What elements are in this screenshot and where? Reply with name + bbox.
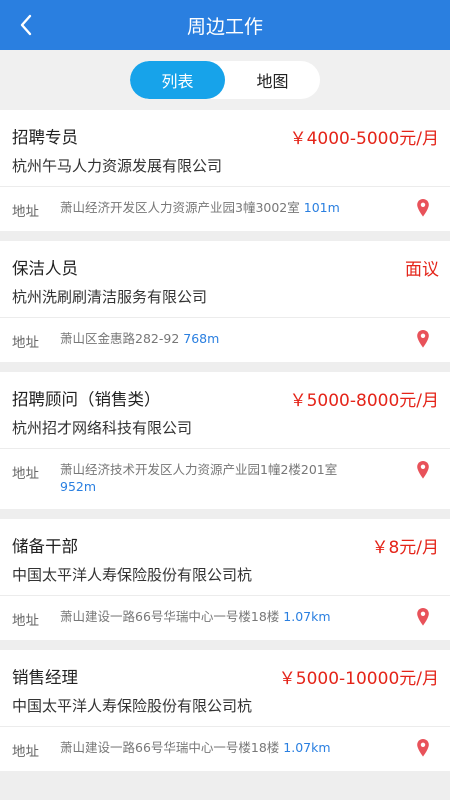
- address-row: 地址 萧山建设一路66号华瑞中心一号楼18楼 1.07km: [0, 727, 450, 771]
- address-text: 萧山建设一路66号华瑞中心一号楼18楼 1.07km: [60, 739, 380, 756]
- view-switcher: 列表 地图: [130, 61, 320, 99]
- company-name: 中国太平洋人寿保险股份有限公司杭: [12, 697, 253, 715]
- tab-list[interactable]: 列表: [130, 61, 225, 99]
- job-title: 销售经理: [12, 668, 78, 687]
- address-label: 地址: [12, 613, 39, 629]
- top-app-bar: 周边工作: [0, 0, 450, 50]
- job-title: 储备干部: [12, 537, 78, 556]
- job-card[interactable]: 保洁人员 面议 杭州洗刷刷清洁服务有限公司 地址 萧山区金惠路282-92 76…: [0, 241, 450, 362]
- address-label: 地址: [12, 744, 39, 760]
- address-text: 萧山经济技术开发区人力资源产业园1幢2楼201室 952m: [60, 461, 365, 495]
- chevron-left-icon: [20, 14, 32, 36]
- salary: ￥8元/月: [371, 538, 439, 558]
- company-name: 中国太平洋人寿保险股份有限公司杭: [12, 566, 253, 584]
- location-pin-icon[interactable]: [416, 738, 430, 758]
- job-title: 保洁人员: [12, 259, 78, 278]
- job-summary: 储备干部 ￥8元/月 中国太平洋人寿保险股份有限公司杭: [0, 519, 450, 595]
- address-value: 萧山经济技术开发区人力资源产业园1幢2楼201室: [60, 462, 338, 477]
- back-button[interactable]: [10, 9, 42, 41]
- address-row: 地址 萧山区金惠路282-92 768m: [0, 318, 450, 362]
- job-card[interactable]: 储备干部 ￥8元/月 中国太平洋人寿保险股份有限公司杭 地址 萧山建设一路66号…: [0, 519, 450, 640]
- address-text: 萧山区金惠路282-92 768m: [60, 330, 380, 347]
- address-label: 地址: [12, 466, 39, 482]
- company-name: 杭州招才网络科技有限公司: [12, 419, 193, 437]
- job-list: 招聘专员 ￥4000-5000元/月 杭州午马人力资源发展有限公司 地址 萧山经…: [0, 110, 450, 781]
- view-switcher-bar: 列表 地图: [0, 50, 450, 110]
- job-summary: 招聘顾问（销售类） ￥5000-8000元/月 杭州招才网络科技有限公司: [0, 372, 450, 448]
- job-title: 招聘顾问（销售类）: [12, 390, 161, 409]
- address-value: 萧山区金惠路282-92: [60, 331, 180, 346]
- salary: ￥4000-5000元/月: [289, 129, 439, 149]
- job-title: 招聘专员: [12, 128, 78, 147]
- distance: 1.07km: [283, 740, 331, 755]
- address-row: 地址 萧山建设一路66号华瑞中心一号楼18楼 1.07km: [0, 596, 450, 640]
- job-card[interactable]: 招聘顾问（销售类） ￥5000-8000元/月 杭州招才网络科技有限公司 地址 …: [0, 372, 450, 509]
- address-label: 地址: [12, 204, 39, 220]
- company-name: 杭州洗刷刷清洁服务有限公司: [12, 288, 208, 306]
- location-pin-icon[interactable]: [416, 198, 430, 218]
- job-summary: 销售经理 ￥5000-10000元/月 中国太平洋人寿保险股份有限公司杭: [0, 650, 450, 726]
- distance: 1.07km: [283, 609, 331, 624]
- address-value: 萧山建设一路66号华瑞中心一号楼18楼: [60, 740, 280, 755]
- distance: 952m: [60, 479, 97, 494]
- job-summary: 招聘专员 ￥4000-5000元/月 杭州午马人力资源发展有限公司: [0, 110, 450, 186]
- page-title: 周边工作: [186, 15, 263, 38]
- address-label: 地址: [12, 335, 39, 351]
- company-name: 杭州午马人力资源发展有限公司: [12, 157, 223, 175]
- job-summary: 保洁人员 面议 杭州洗刷刷清洁服务有限公司: [0, 241, 450, 317]
- location-pin-icon[interactable]: [416, 329, 430, 349]
- job-card[interactable]: 招聘专员 ￥4000-5000元/月 杭州午马人力资源发展有限公司 地址 萧山经…: [0, 110, 450, 231]
- distance: 768m: [183, 331, 220, 346]
- distance: 101m: [303, 200, 340, 215]
- tab-map[interactable]: 地图: [225, 61, 320, 99]
- salary: 面议: [405, 260, 439, 280]
- salary: ￥5000-8000元/月: [289, 391, 439, 411]
- address-row: 地址 萧山经济技术开发区人力资源产业园1幢2楼201室 952m: [0, 449, 450, 509]
- salary: ￥5000-10000元/月: [278, 669, 439, 689]
- address-value: 萧山经济开发区人力资源产业园3幢3002室: [60, 200, 300, 215]
- job-card[interactable]: 销售经理 ￥5000-10000元/月 中国太平洋人寿保险股份有限公司杭 地址 …: [0, 650, 450, 771]
- location-pin-icon[interactable]: [416, 460, 430, 480]
- address-value: 萧山建设一路66号华瑞中心一号楼18楼: [60, 609, 280, 624]
- location-pin-icon[interactable]: [416, 607, 430, 627]
- address-text: 萧山经济开发区人力资源产业园3幢3002室 101m: [60, 199, 380, 216]
- address-text: 萧山建设一路66号华瑞中心一号楼18楼 1.07km: [60, 608, 380, 625]
- address-row: 地址 萧山经济开发区人力资源产业园3幢3002室 101m: [0, 187, 450, 231]
